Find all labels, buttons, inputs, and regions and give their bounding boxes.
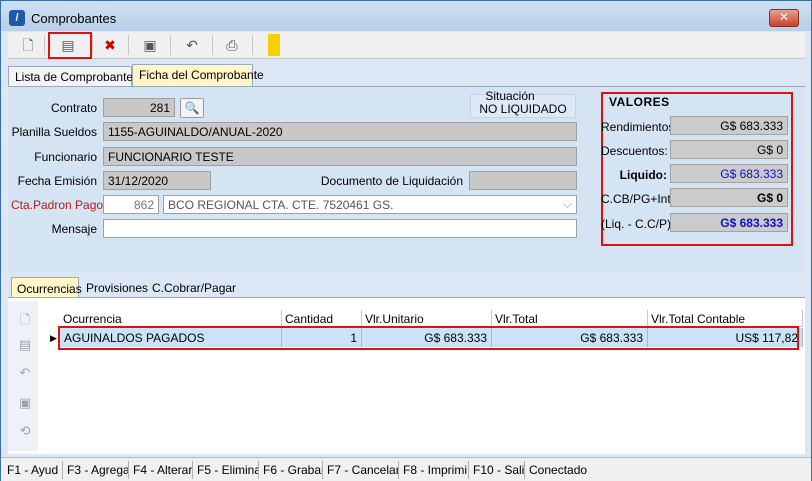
app-icon: / — [9, 10, 25, 26]
col-vlr-unitario[interactable]: Vlr.Unitario — [362, 310, 492, 327]
status-f5: F5 - Elimina — [193, 461, 259, 479]
cta-padron-value: BCO REGIONAL CTA. CTE. 7520461 GS. — [168, 198, 394, 212]
fecha-emision-label: Fecha Emisión — [17, 174, 97, 188]
cta-padron-select[interactable]: BCO REGIONAL CTA. CTE. 7520461 GS. ⌵ — [163, 195, 577, 214]
col-ocurrencia[interactable]: Ocurrencia — [60, 310, 282, 327]
delete-document-icon[interactable]: ✖ — [98, 34, 122, 56]
planilla-label: Planilla Sueldos — [11, 125, 97, 139]
chevron-down-icon[interactable]: ⌵ — [563, 197, 572, 212]
documento-label: Documento de Liquidación — [320, 174, 463, 188]
search-icon[interactable]: 🔍 — [180, 98, 204, 118]
title-bar: / Comprobantes ✕ — [1, 1, 811, 31]
side-toolbar: 🗋 ▤ ↶ ▣ ⟲ — [8, 301, 38, 451]
liq-ccp-label: (Liq. - C.C/P).: — [601, 217, 678, 231]
cta-code-field[interactable]: 862 — [103, 195, 159, 214]
col-cantidad[interactable]: Cantidad — [282, 310, 362, 327]
window-title: Comprobantes — [31, 11, 117, 26]
tab-ocurrencias[interactable]: Ocurrencias — [11, 277, 82, 298]
planilla-field[interactable]: 1155-AGUINALDO/ANUAL-2020 — [103, 122, 577, 141]
status-f4: F4 - Alterar — [129, 461, 193, 479]
contrato-field[interactable]: 281 — [103, 98, 175, 117]
funcionario-field[interactable]: FUNCIONARIO TESTE — [103, 147, 577, 166]
undo-row-icon[interactable]: ↶ — [15, 365, 35, 383]
tab-ficha-comprobante[interactable]: Ficha del Comprobante — [132, 64, 264, 87]
col-vlr-total-contable[interactable]: Vlr.Total Contable — [648, 310, 803, 327]
undo-icon[interactable]: ↶ — [180, 34, 204, 56]
close-button[interactable]: ✕ — [769, 9, 799, 27]
status-f7: F7 - Cancelar — [323, 461, 399, 479]
ccb-pg-int-label: C.CB/PG+Int: — [601, 192, 675, 206]
descuentos-value: G$ 0 — [670, 140, 788, 159]
edit-row-icon[interactable]: ▤ — [15, 337, 35, 355]
comprobantes-window: / Comprobantes ✕ 🗋 ▤ ✖ ▣ ↶ ⎙ Lista de Co… — [0, 0, 812, 481]
refresh-icon[interactable]: ⟲ — [15, 423, 35, 441]
cta-padron-label: Cta.Padron Pago — [11, 198, 104, 212]
current-row-indicator-icon: ▶ — [50, 333, 57, 343]
liquido-label: Liquido: — [619, 168, 667, 182]
highlight-edit-button — [48, 32, 92, 59]
status-connection: Conectado — [529, 463, 588, 477]
situacion-value: NO LIQUIDADO — [479, 102, 567, 116]
toolbar: 🗋 ▤ ✖ ▣ ↶ ⎙ — [8, 32, 805, 59]
status-f6: F6 - Grabar — [259, 461, 323, 479]
documento-field[interactable] — [469, 171, 577, 190]
mensaje-label: Mensaje — [51, 222, 97, 236]
highlight-row — [58, 326, 799, 350]
descuentos-label: Descuentos: — [601, 144, 668, 158]
mensaje-field[interactable] — [103, 219, 577, 238]
liquido-value: G$ 683.333 — [670, 164, 788, 183]
status-f8: F8 - Imprimi — [399, 461, 469, 479]
valores-title: VALORES — [609, 95, 670, 109]
status-f1: F1 - Ayud — [3, 461, 63, 479]
liq-ccp-value: G$ 683.333 — [670, 213, 788, 232]
col-vlr-total[interactable]: Vlr.Total — [492, 310, 648, 327]
rendimientos-label: Rendimientos: — [601, 120, 678, 134]
exit-door-icon[interactable] — [268, 34, 280, 56]
fecha-emision-field[interactable]: 31/12/2020 — [103, 171, 211, 190]
status-bar: F1 - Ayud F3 - Agrega F4 - Alterar F5 - … — [1, 457, 811, 481]
tab-lista-comprobantes[interactable]: Lista de Comprobantes — [8, 66, 139, 87]
status-f10: F10 - Salir — [469, 461, 525, 479]
contrato-label: Contrato — [50, 101, 97, 115]
rendimientos-value: G$ 683.333 — [670, 116, 788, 135]
new-row-icon[interactable]: 🗋 — [15, 311, 35, 329]
new-document-icon[interactable]: 🗋 — [16, 34, 40, 56]
status-f3: F3 - Agrega — [63, 461, 129, 479]
save-row-icon[interactable]: ▣ — [15, 395, 35, 413]
tab-provisiones[interactable]: Provisiones — [81, 277, 148, 298]
print-icon[interactable]: ⎙ — [220, 34, 244, 56]
funcionario-label: Funcionario — [34, 150, 97, 164]
situacion-label: Situación — [485, 89, 535, 103]
tab-ccobrar-pagar[interactable]: C.Cobrar/Pagar — [147, 277, 236, 298]
save-icon[interactable]: ▣ — [138, 34, 162, 56]
ccb-pg-int-value: G$ 0 — [670, 188, 788, 207]
